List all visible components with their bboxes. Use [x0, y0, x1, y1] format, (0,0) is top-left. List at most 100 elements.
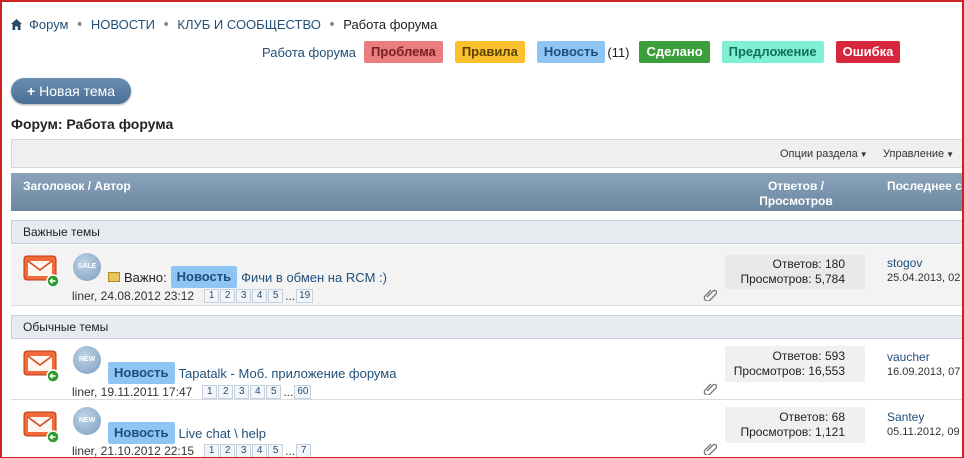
section-options-label: Опции раздела	[780, 148, 858, 160]
thread-meta: liner, 19.11.2011 17:47 1 2 3 4 5 ... 60	[72, 385, 312, 399]
prefix-done[interactable]: Сделано	[639, 41, 710, 63]
paperclip-icon	[703, 383, 717, 395]
breadcrumb-current: Работа форума	[343, 17, 438, 32]
thread-meta: liner, 21.10.2012 22:15 1 2 3 4 5 ... 7	[72, 444, 312, 458]
thread-title-link[interactable]: Фичи в обмен на RCM :)	[241, 270, 387, 285]
replies-count: Ответов: 68	[779, 410, 845, 424]
thread-title-link[interactable]: Tapatalk - Моб. приложение форума	[179, 366, 397, 381]
page-link[interactable]: 1	[202, 385, 218, 399]
section-sticky-header: Важные темы	[11, 220, 964, 244]
thread-stats: Ответов: 68 Просмотров: 1,121	[725, 407, 865, 443]
home-icon[interactable]	[10, 18, 23, 31]
column-title-author[interactable]: Заголовок / Автор	[23, 179, 131, 193]
sticky-icon	[108, 272, 120, 282]
important-label: Важно:	[124, 269, 167, 285]
thread-row: NEW Новость Tapatalk - Моб. приложение ф…	[11, 340, 964, 400]
last-post-user[interactable]: stogov	[887, 256, 922, 270]
new-topic-button[interactable]: + Новая тема	[11, 78, 131, 104]
last-post-date: 16.09.2013, 07	[887, 366, 961, 378]
manage-label: Управление	[883, 148, 945, 160]
pages-ellipsis: ...	[285, 289, 296, 303]
page-link[interactable]: 1	[204, 289, 220, 303]
page-link-last[interactable]: 19	[296, 289, 314, 303]
page-link[interactable]: 2	[220, 289, 236, 303]
breadcrumb-arrow-icon: ➧	[161, 19, 171, 30]
thread-row: NEW Новость Live chat \ help liner, 21.1…	[11, 401, 964, 458]
page-link[interactable]: 2	[218, 385, 234, 399]
thread-title-line: Новость Live chat \ help	[108, 422, 266, 444]
thread-stats: Ответов: 593 Просмотров: 16,553	[725, 346, 865, 382]
last-post: stogov 25.04.2013, 02	[887, 256, 960, 284]
page-link[interactable]: 1	[204, 444, 220, 458]
thread-prefix-news[interactable]: Новость	[170, 266, 238, 288]
page-link[interactable]: 4	[250, 385, 266, 399]
page-link[interactable]: 4	[252, 444, 268, 458]
thread-list-header: Заголовок / Автор Ответов / Просмотров П…	[11, 173, 964, 211]
last-post-date: 05.11.2012, 09	[887, 426, 960, 438]
views-count: Просмотров: 1,121	[740, 425, 845, 439]
thread-prefix-news[interactable]: Новость	[108, 362, 175, 384]
thread-stats: Ответов: 180 Просмотров: 5,784	[725, 255, 865, 289]
thread-row: SALE Важно: Новость Фичи в обмен на RCM …	[11, 245, 964, 306]
mail-icon	[23, 350, 59, 382]
prefix-news-count: (11)	[607, 44, 630, 60]
section-normal-header: Обычные темы	[11, 315, 964, 339]
prefix-rules[interactable]: Правила	[454, 41, 525, 63]
sale-badge-icon: SALE	[73, 253, 101, 281]
breadcrumb: Форум ➧ НОВОСТИ ➧ КЛУБ И СООБЩЕСТВО ➧ Ра…	[10, 17, 437, 32]
last-post-date: 25.04.2013, 02	[887, 272, 961, 284]
forum-options-bar: Опции раздела ▼ Управление ▼	[11, 139, 964, 168]
page-link[interactable]: 5	[268, 289, 284, 303]
page-link[interactable]: 3	[234, 385, 250, 399]
breadcrumb-forum[interactable]: Форум	[29, 17, 69, 32]
last-post: Santey 05.11.2012, 09	[887, 410, 960, 438]
mail-icon	[23, 411, 59, 443]
pages-ellipsis: ...	[285, 444, 296, 458]
thread-author[interactable]: liner, 19.11.2011 17:47	[72, 385, 192, 399]
thread-author[interactable]: liner, 24.08.2012 23:12	[72, 289, 194, 303]
thread-title-line: Новость Tapatalk - Моб. приложение форум…	[108, 362, 396, 384]
views-count: Просмотров: 5,784	[740, 272, 845, 286]
caret-down-icon: ▼	[946, 150, 955, 159]
column-replies-views[interactable]: Ответов / Просмотров	[751, 179, 841, 209]
breadcrumb-club[interactable]: КЛУБ И СООБЩЕСТВО	[177, 17, 320, 32]
thread-author[interactable]: liner, 21.10.2012 22:15	[72, 444, 194, 458]
new-badge-icon: NEW	[73, 346, 101, 374]
last-post-user[interactable]: vaucher	[887, 350, 930, 364]
manage-menu[interactable]: Управление ▼	[883, 148, 954, 160]
page-link[interactable]: 3	[236, 444, 252, 458]
new-topic-label: Новая тема	[39, 83, 116, 99]
thread-title-link[interactable]: Live chat \ help	[179, 426, 266, 441]
page-title: Форум: Работа форума	[11, 116, 174, 132]
prefix-problem[interactable]: Проблема	[364, 41, 443, 63]
thread-prefix-news[interactable]: Новость	[108, 422, 175, 444]
breadcrumb-arrow-icon: ➧	[75, 19, 84, 30]
thread-title-line: Важно: Новость Фичи в обмен на RCM :)	[108, 266, 387, 288]
breadcrumb-news[interactable]: НОВОСТИ	[91, 17, 155, 32]
caret-down-icon: ▼	[859, 150, 868, 159]
prefix-proposal[interactable]: Предложение	[721, 41, 824, 63]
replies-count: Ответов: 180	[772, 257, 845, 271]
page-link-last[interactable]: 60	[294, 385, 312, 399]
page-link[interactable]: 5	[268, 444, 284, 458]
mail-icon	[23, 255, 59, 287]
last-post-user[interactable]: Santey	[887, 410, 924, 424]
page-link[interactable]: 5	[266, 385, 282, 399]
new-badge-icon: NEW	[73, 407, 101, 435]
last-post: vaucher 16.09.2013, 07	[887, 350, 960, 378]
column-last-message[interactable]: Последнее с	[887, 179, 962, 193]
prefix-news[interactable]: Новость	[536, 41, 606, 63]
views-count: Просмотров: 16,553	[733, 364, 845, 378]
breadcrumb-arrow-icon: ➧	[327, 19, 337, 30]
page-link[interactable]: 4	[252, 289, 268, 303]
prefix-forum-link[interactable]: Работа форума	[262, 45, 356, 60]
page-link[interactable]: 2	[220, 444, 236, 458]
plus-icon: +	[26, 83, 36, 99]
replies-count: Ответов: 593	[772, 349, 845, 363]
page-link-last[interactable]: 7	[296, 444, 312, 458]
prefix-filter-bar: Работа форума Проблема Правила Новость (…	[262, 41, 912, 63]
page-link[interactable]: 3	[236, 289, 252, 303]
section-options-menu[interactable]: Опции раздела ▼	[780, 148, 868, 160]
prefix-error[interactable]: Ошибка	[835, 41, 901, 63]
paperclip-icon	[703, 443, 717, 455]
